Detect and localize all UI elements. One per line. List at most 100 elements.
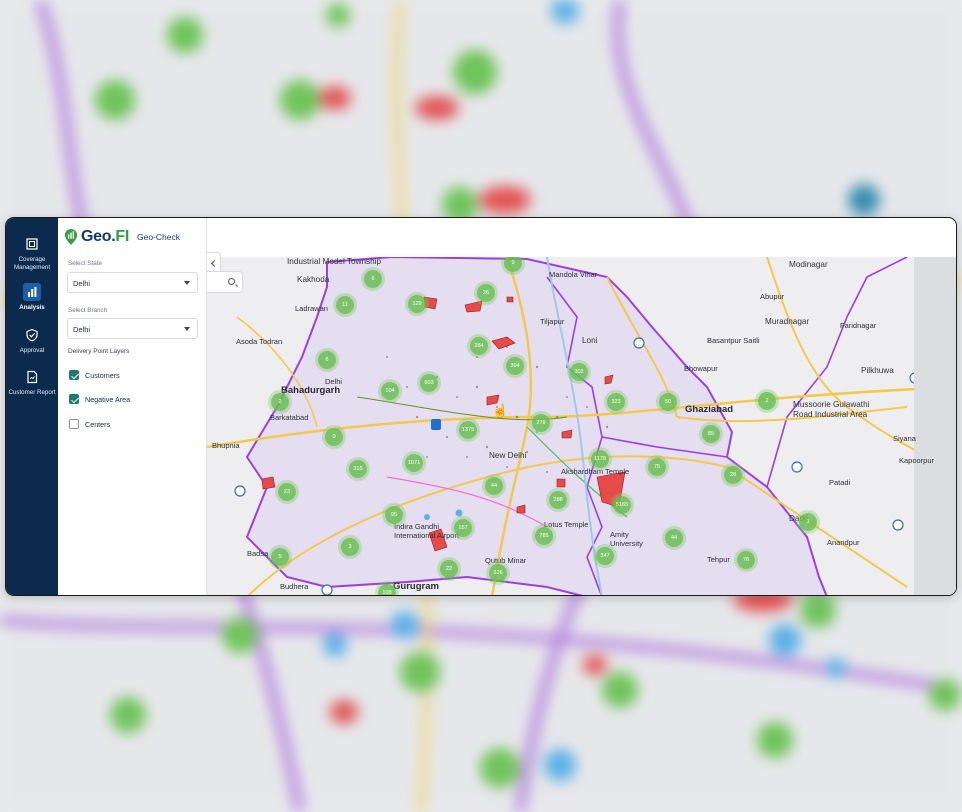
top-header-bar (207, 218, 956, 257)
customer-cluster[interactable]: 78 (737, 551, 755, 569)
customer-cluster[interactable]: 11 (336, 296, 354, 314)
layer-customers-checkbox[interactable]: Customers (69, 370, 120, 380)
state-label: Select State (68, 260, 102, 267)
customer-cluster[interactable]: 2 (758, 392, 776, 410)
map-place-label: Asoda Todran (236, 337, 283, 346)
customer-cluster[interactable]: 50 (659, 393, 677, 411)
customer-cluster[interactable]: 157 (454, 519, 472, 537)
state-select[interactable]: Delhi (67, 272, 198, 293)
nav-item-label: Coverage Management (13, 256, 51, 271)
map-place-label: Badsa (247, 549, 269, 558)
customer-cluster[interactable]: 323 (607, 393, 625, 411)
map-place-label: Patadi (829, 478, 851, 487)
customer-cluster[interactable]: 44 (485, 477, 503, 495)
layer-label: Negative Area (85, 394, 131, 404)
customer-cluster[interactable]: 3 (341, 538, 359, 556)
customer-cluster[interactable]: 302 (570, 363, 588, 381)
layer-centers-checkbox[interactable]: Centers (69, 419, 110, 429)
map-place-label: Budhera (280, 582, 309, 591)
map-place-label: New Delhi (489, 451, 527, 460)
chevron-left-icon (210, 259, 219, 267)
report-icon (23, 368, 41, 386)
customer-cluster[interactable]: 1375 (459, 421, 477, 439)
customer-cluster[interactable]: 279 (532, 414, 550, 432)
checkbox-unchecked-icon (69, 419, 79, 429)
customer-cluster[interactable]: 1 (799, 513, 817, 531)
map-place-label: Basantpur Saitli (707, 336, 760, 345)
customer-cluster[interactable]: 26 (477, 284, 495, 302)
customer-cluster[interactable]: 23 (278, 483, 296, 501)
customer-cluster[interactable]: 104 (381, 382, 399, 400)
customer-cluster[interactable]: 6 (364, 270, 382, 288)
customer-cluster[interactable]: 364 (506, 357, 524, 375)
branch-label: Select Branch (68, 307, 108, 314)
checkbox-checked-icon (69, 370, 79, 380)
bar-chart-icon (23, 283, 41, 301)
customer-cluster[interactable]: 28 (724, 466, 742, 484)
checkbox-checked-icon (69, 394, 79, 404)
coverage-icon (23, 235, 41, 253)
shield-check-icon (23, 326, 41, 344)
customer-cluster[interactable]: 129 (408, 295, 426, 313)
map-place-label: Bhowapur (684, 364, 718, 373)
app-window: Coverage Management Analysis Approval Cu… (5, 217, 957, 596)
customer-cluster[interactable]: 347 (596, 547, 614, 565)
customer-cluster[interactable]: 315 (349, 460, 367, 478)
customer-cluster[interactable]: 108 (378, 584, 396, 595)
brand-name: Geo.FI (81, 228, 129, 245)
map-place-label: Anandpur (827, 538, 860, 547)
customer-cluster[interactable]: 75 (648, 458, 666, 476)
customer-cluster[interactable]: 785 (535, 527, 553, 545)
customer-cluster[interactable]: 9 (325, 428, 343, 446)
brand-logo: Geo.FI Geo-Check (64, 225, 180, 249)
map-place-label: Amity University (610, 530, 643, 548)
map-place-label: Bahadurgarh (281, 385, 341, 396)
nav-item-analysis[interactable]: Analysis (6, 283, 58, 312)
product-name: Geo-Check (137, 232, 180, 242)
customer-cluster[interactable]: 95 (385, 506, 403, 524)
customer-cluster[interactable]: 6 (318, 351, 336, 369)
customer-cluster[interactable]: 5 (271, 548, 289, 566)
map-place-label: Qutub Minar (485, 556, 527, 565)
map-place-label: Kapoorpur (899, 456, 935, 465)
map-right-strip (914, 257, 956, 595)
map-place-label: Faridnagar (840, 321, 877, 330)
customer-cluster[interactable]: 44 (665, 529, 683, 547)
customer-cluster[interactable]: 85 (702, 425, 720, 443)
chevron-down-icon (184, 327, 190, 331)
customer-cluster[interactable]: 288 (549, 491, 567, 509)
layers-section-label: Delivery Point Layers (68, 348, 130, 355)
branch-select-value: Delhi (73, 325, 91, 334)
map-place-label: Ghaziabad (685, 404, 734, 415)
nav-item-coverage-management[interactable]: Coverage Management (6, 235, 58, 271)
customer-cluster[interactable]: 603 (420, 374, 438, 392)
map-place-label: Muradnagar (765, 317, 810, 326)
hand-cursor-icon: ☝ (492, 403, 509, 418)
map-place-label: Mussoorie Gulawathi Road Industrial Area (793, 400, 870, 419)
customer-cluster[interactable]: 22 (440, 560, 458, 578)
map-place-label: Lotus Temple (544, 520, 589, 529)
map-place-label: Tehpur (707, 555, 730, 564)
state-select-value: Delhi (73, 279, 91, 288)
map-search-button[interactable] (207, 271, 243, 293)
map-place-label: Kakhoda (297, 275, 330, 284)
map-place-label: Modinagar (789, 260, 828, 269)
nav-item-approval[interactable]: Approval (6, 326, 58, 355)
branch-select[interactable]: Delhi (67, 318, 198, 339)
nav-item-label: Customer Report (8, 389, 56, 396)
customer-cluster[interactable]: 1071 (405, 454, 423, 472)
customer-cluster[interactable]: 2 (271, 393, 289, 411)
layer-negative-area-checkbox[interactable]: Negative Area (69, 394, 130, 404)
chevron-down-icon (184, 281, 190, 285)
customer-cluster[interactable]: 5165 (613, 496, 631, 514)
map-place-label: Tiljapur (540, 317, 565, 326)
customer-cluster[interactable]: 284 (470, 337, 488, 355)
layer-label: Customers (85, 370, 120, 380)
nav-item-customer-report[interactable]: Customer Report (6, 368, 58, 397)
map-place-label: Akshardham Temple (561, 467, 630, 476)
customer-cluster[interactable]: 1178 (591, 450, 609, 468)
filter-panel: Geo.FI Geo-Check Select State Delhi Sele… (58, 218, 207, 595)
customer-cluster[interactable]: 326 (489, 564, 507, 582)
map-canvas[interactable]: Industrial Model Township Kakhoda Mandol… (207, 257, 956, 595)
nav-item-label: Analysis (19, 304, 45, 311)
